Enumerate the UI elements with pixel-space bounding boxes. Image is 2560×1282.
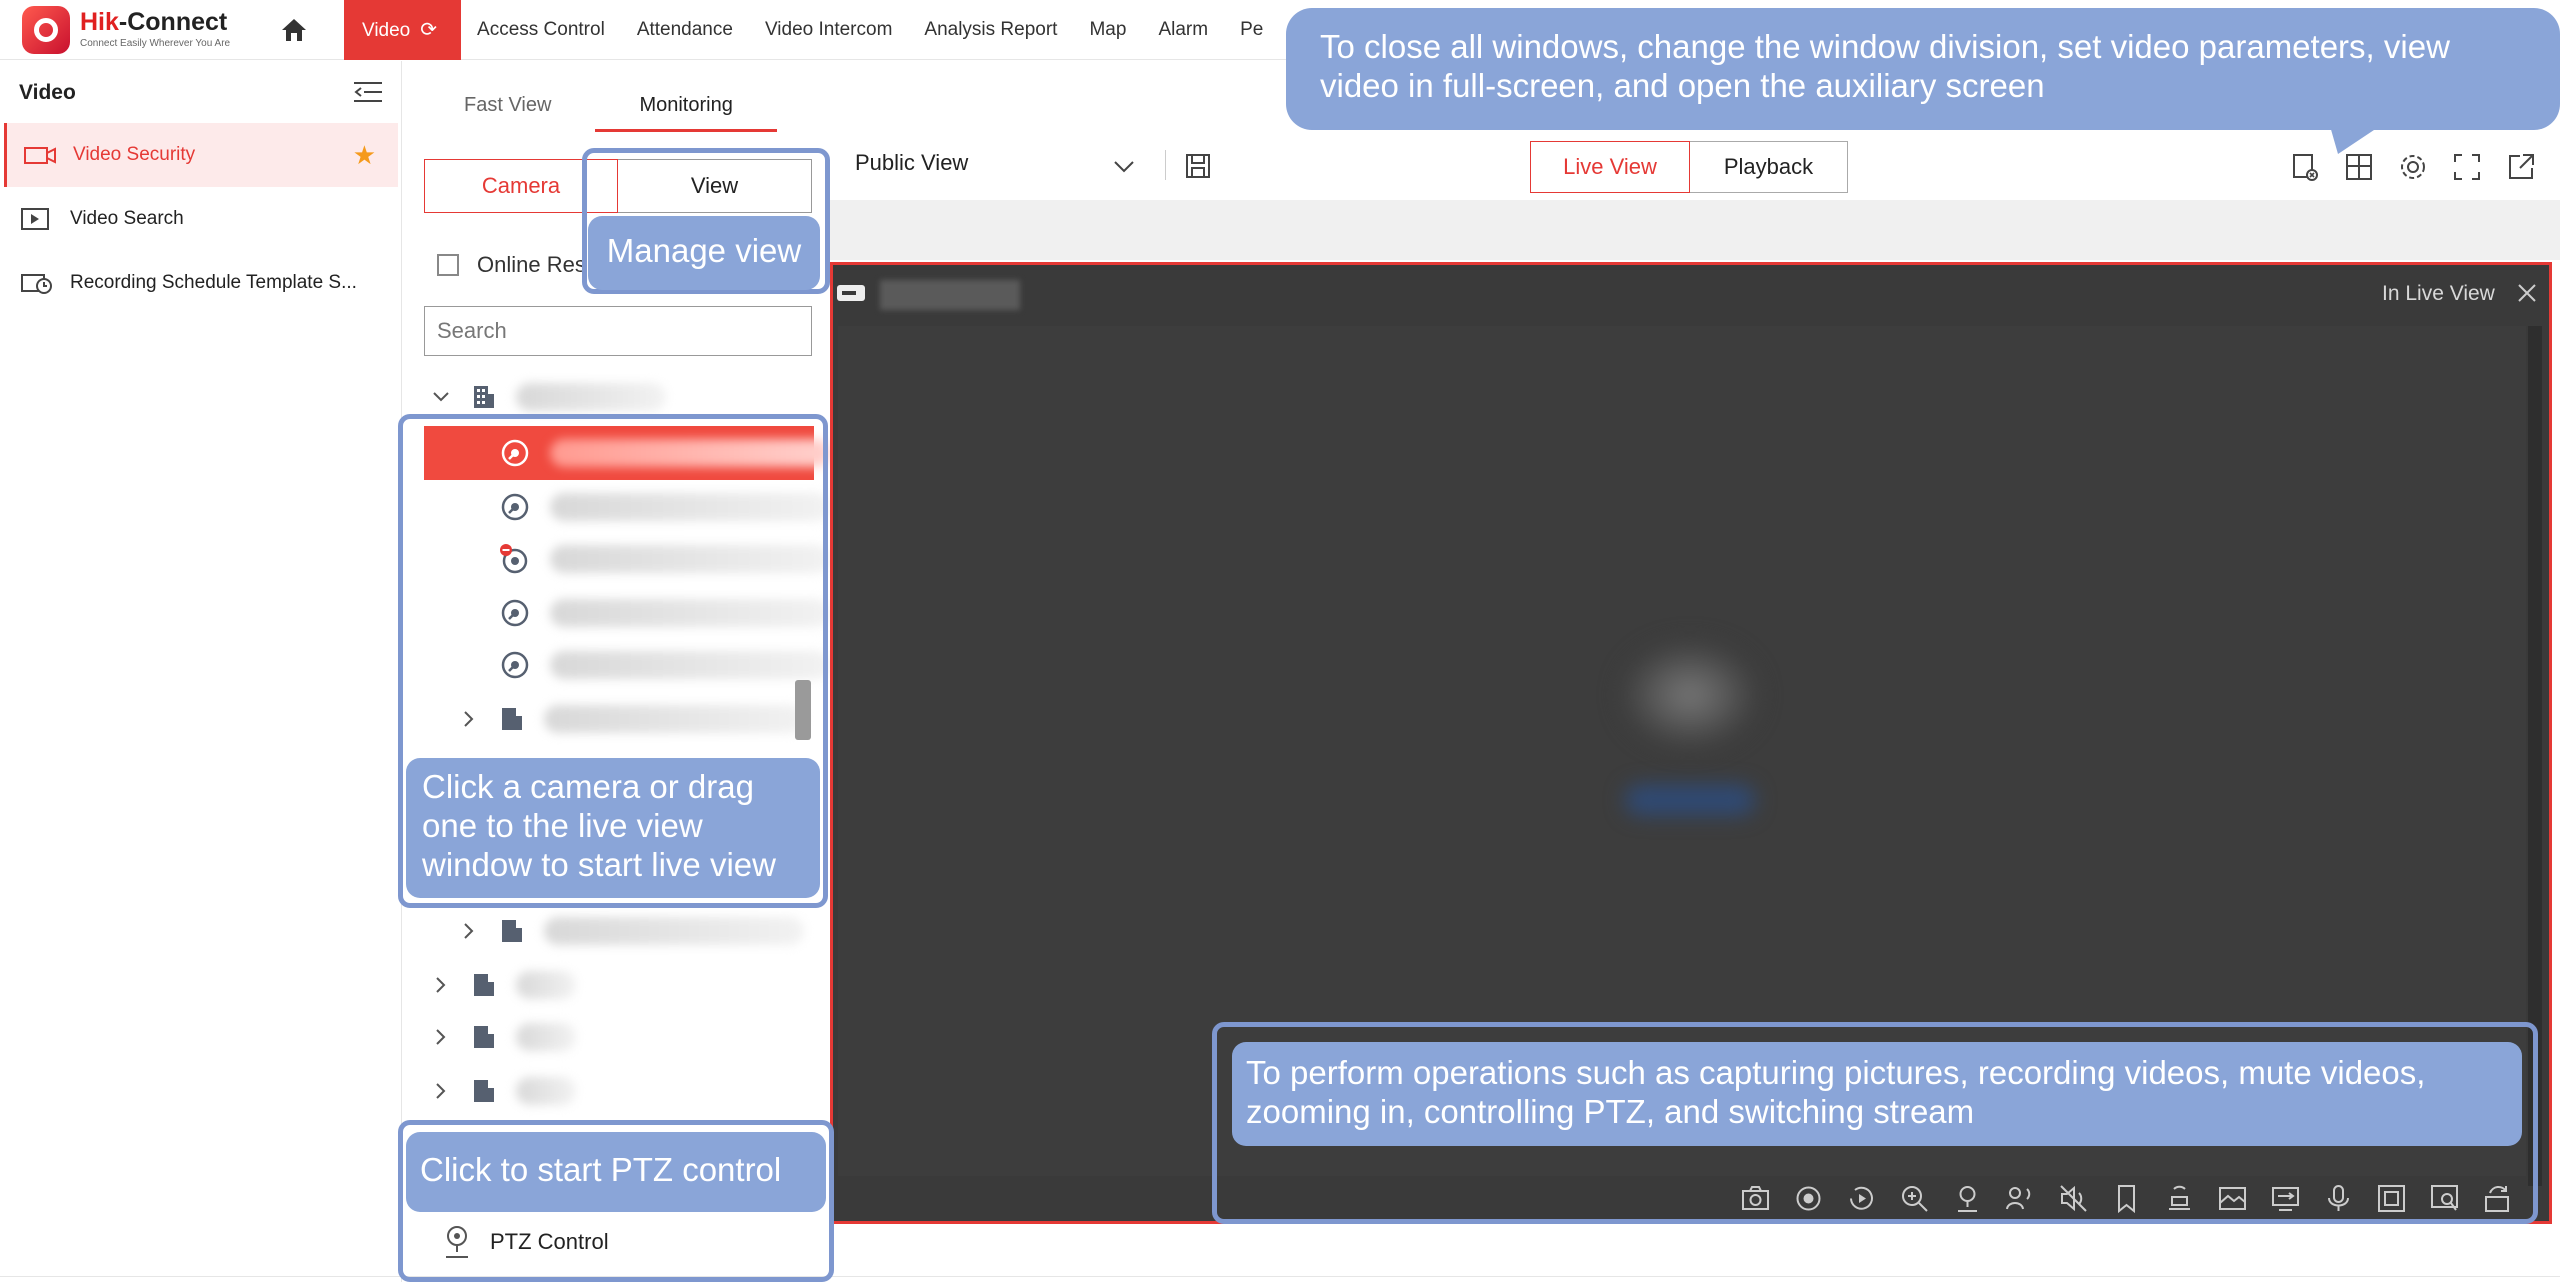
blurred-site-name — [516, 1077, 576, 1105]
collapse-menu-icon[interactable] — [354, 81, 382, 103]
online-resources-checkbox[interactable]: Online Res — [437, 252, 586, 278]
tree-site-row[interactable] — [432, 1012, 576, 1062]
favorite-star-icon[interactable]: ★ — [353, 140, 376, 171]
callout-toolbar-actions: To close all windows, change the window … — [1286, 8, 2560, 130]
nav-map[interactable]: Map — [1073, 0, 1142, 60]
close-all-windows-icon[interactable] — [2290, 152, 2320, 182]
checkbox-icon — [437, 254, 459, 276]
nav-attendance[interactable]: Attendance — [621, 0, 749, 60]
nav-alarm[interactable]: Alarm — [1142, 0, 1224, 60]
callout-pointer-arrow — [2330, 126, 2380, 154]
sidebar-item-label: Video Search — [70, 208, 184, 229]
bottom-border — [0, 1276, 2560, 1277]
blurred-site-name — [544, 917, 804, 945]
app-tagline: Connect Easily Wherever You Are — [80, 38, 231, 49]
building-icon — [474, 974, 494, 996]
building-icon — [474, 386, 494, 408]
refresh-icon: ⟳ — [420, 19, 438, 41]
close-icon[interactable] — [2516, 282, 2538, 304]
blurred-video-content — [1620, 640, 1760, 750]
callout-operations: To perform operations such as capturing … — [1232, 1042, 2522, 1146]
chevron-down-icon[interactable] — [1112, 156, 1136, 176]
gear-icon[interactable] — [2398, 152, 2428, 182]
camera-icon — [24, 147, 56, 164]
fullscreen-icon[interactable] — [2452, 152, 2482, 182]
recording-schedule-icon — [21, 274, 52, 294]
tab-monitoring[interactable]: Monitoring — [595, 86, 777, 132]
chevron-right-icon[interactable] — [460, 922, 478, 940]
tree-site-row[interactable] — [432, 960, 576, 1010]
live-status-label: In Live View — [2382, 282, 2495, 305]
building-icon — [474, 1080, 494, 1102]
window-tag-icon — [837, 285, 865, 301]
building-icon — [502, 920, 522, 942]
window-division-icon[interactable] — [2344, 152, 2374, 182]
save-icon[interactable] — [1185, 153, 1211, 179]
chevron-right-icon[interactable] — [432, 976, 450, 994]
chevron-down-icon[interactable] — [432, 388, 450, 406]
chevron-right-icon[interactable] — [432, 1082, 450, 1100]
nav-analysis-report[interactable]: Analysis Report — [908, 0, 1073, 60]
tree-subsite-row[interactable] — [460, 906, 804, 956]
sidebar-item-video-search[interactable]: Video Search — [4, 187, 398, 251]
auxiliary-screen-icon[interactable] — [2506, 152, 2536, 182]
app-brand: Hik-Connect — [80, 8, 228, 36]
sidebar-item-label: Video Security — [73, 144, 196, 165]
building-icon — [474, 1026, 494, 1048]
module-nav: Video ⟳ Access Control Attendance Video I… — [344, 0, 1279, 60]
chevron-right-icon[interactable] — [432, 1028, 450, 1046]
callout-ptz-control: Click to start PTZ control — [406, 1132, 826, 1212]
nav-video-intercom[interactable]: Video Intercom — [749, 0, 908, 60]
view-select[interactable]: Public View — [855, 150, 968, 176]
left-sidebar: Video Video Security ★ Video Search Reco… — [0, 61, 402, 1282]
tree-site-row[interactable] — [432, 1066, 576, 1116]
toolbar-divider — [1165, 150, 1166, 180]
blurred-site-name — [516, 971, 576, 999]
nav-access-control[interactable]: Access Control — [461, 0, 621, 60]
nav-more[interactable]: Pe — [1224, 0, 1279, 60]
sidebar-item-video-security[interactable]: Video Security ★ — [4, 123, 398, 187]
callout-click-camera: Click a camera or drag one to the live v… — [406, 758, 820, 898]
home-icon[interactable] — [280, 17, 308, 43]
view-mode-tabs: Fast View Monitoring — [420, 86, 777, 132]
hik-connect-logo-icon — [22, 6, 70, 54]
nav-video[interactable]: Video ⟳ — [344, 0, 462, 60]
callout-manage-view: Manage view — [588, 216, 820, 290]
sidebar-title: Video — [19, 81, 76, 104]
video-search-icon — [21, 208, 49, 230]
tab-fast-view[interactable]: Fast View — [420, 86, 595, 132]
liveview-top-gap — [826, 200, 2560, 260]
playback-button[interactable]: Playback — [1690, 141, 1848, 193]
blurred-camera-title — [880, 280, 1020, 310]
blurred-site-name — [516, 383, 666, 411]
live-view-button[interactable]: Live View — [1530, 141, 1690, 193]
search-input[interactable] — [424, 306, 812, 356]
sidebar-item-recording-schedule[interactable]: Recording Schedule Template S... — [4, 251, 398, 315]
blurred-site-name — [516, 1023, 576, 1051]
blurred-video-content — [1625, 785, 1755, 815]
sidebar-item-label: Recording Schedule Template S... — [70, 272, 357, 293]
